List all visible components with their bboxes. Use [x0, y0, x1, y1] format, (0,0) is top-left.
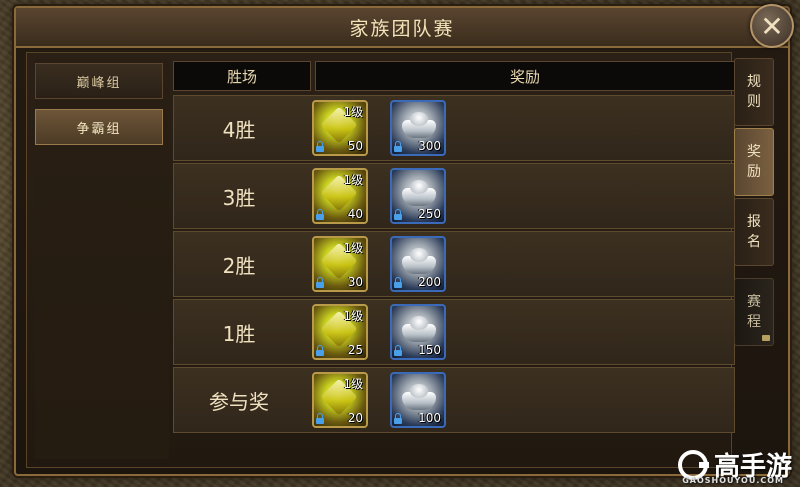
gold-gem-item[interactable]: 1级 30	[312, 236, 368, 292]
group-list: 巅峰组 争霸组	[35, 59, 169, 459]
ingot-top	[410, 180, 428, 194]
close-icon: ✕	[760, 9, 784, 43]
tab-rules[interactable]: 规 则	[734, 58, 774, 126]
tab-signup[interactable]: 报 名	[734, 198, 774, 266]
tab-char: 则	[747, 94, 761, 110]
brand-logo-icon	[677, 449, 709, 480]
reward-row: 2胜 1级 30 200	[173, 231, 735, 297]
gold-gem-item[interactable]: 1级 25	[312, 304, 368, 360]
row-label: 4胜	[222, 117, 256, 142]
row-label: 3胜	[222, 185, 256, 210]
silver-ingot-item[interactable]: 200	[390, 236, 446, 292]
gold-gem-item[interactable]: 1级 50	[312, 100, 368, 156]
lock-icon	[316, 277, 324, 288]
close-button[interactable]: ✕	[750, 4, 794, 48]
lock-icon	[394, 141, 402, 152]
main-content: 巅峰组 争霸组 胜场 奖励 4胜 1级 50 300 3胜 1级 40 250 …	[26, 52, 735, 468]
item-count: 100	[418, 411, 441, 425]
lock-icon	[316, 209, 324, 220]
silver-ingot-item[interactable]: 100	[390, 372, 446, 428]
title-bar: 家族团队赛	[16, 8, 788, 48]
lock-icon	[394, 345, 402, 356]
item-count: 250	[418, 207, 441, 221]
header-wins: 胜场	[173, 61, 311, 91]
lock-icon	[394, 277, 402, 288]
item-count: 40	[347, 207, 363, 221]
gold-gem-item[interactable]: 1级 40	[312, 168, 368, 224]
silver-ingot-item[interactable]: 250	[390, 168, 446, 224]
tab-char: 奖	[747, 144, 761, 160]
ingot-top	[410, 384, 428, 398]
lock-icon	[316, 345, 324, 356]
item-level: 1级	[343, 377, 363, 391]
tab-char: 规	[747, 74, 761, 90]
reward-row: 3胜 1级 40 250	[173, 163, 735, 229]
gold-gem-item[interactable]: 1级 20	[312, 372, 368, 428]
lock-icon	[316, 141, 324, 152]
group-button-peak[interactable]: 巅峰组	[35, 63, 163, 99]
ingot-top	[410, 316, 428, 330]
reward-row: 参与奖 1级 20 100	[173, 367, 735, 433]
window-title: 家族团队赛	[349, 17, 455, 40]
silver-ingot-item[interactable]: 150	[390, 304, 446, 360]
tab-schedule[interactable]: 赛 程	[734, 278, 774, 346]
item-level: 1级	[343, 173, 363, 187]
header-reward: 奖励	[315, 61, 735, 91]
tab-rewards[interactable]: 奖 励	[734, 128, 774, 196]
tab-char: 名	[747, 234, 761, 250]
item-level: 1级	[343, 309, 363, 323]
item-count: 300	[418, 139, 441, 153]
item-level: 1级	[343, 105, 363, 119]
silver-ingot-item[interactable]: 300	[390, 100, 446, 156]
ingot-top	[410, 248, 428, 262]
item-count: 25	[347, 343, 363, 357]
group-button-contest[interactable]: 争霸组	[35, 109, 163, 145]
ingot-top	[410, 112, 428, 126]
row-label: 1胜	[222, 321, 256, 346]
item-count: 200	[418, 275, 441, 289]
lock-icon	[762, 335, 770, 341]
item-count: 30	[347, 275, 363, 289]
tab-char: 励	[747, 164, 761, 180]
reward-row: 4胜 1级 50 300	[173, 95, 735, 161]
team-match-window: 家族团队赛 巅峰组 争霸组 胜场 奖励 4胜 1级 50 300 3胜 1级 4…	[14, 4, 794, 476]
watermark: 高手游 GAOSHOUYOU.COM	[677, 446, 792, 485]
item-count: 150	[418, 343, 441, 357]
tab-char: 报	[747, 214, 761, 230]
watermark-url: GAOSHOUYOU.COM	[682, 476, 784, 485]
tab-char: 赛	[747, 294, 761, 310]
lock-icon	[394, 209, 402, 220]
tab-char: 程	[747, 314, 761, 330]
item-count: 20	[347, 411, 363, 425]
row-label: 2胜	[222, 253, 256, 278]
reward-row: 1胜 1级 25 150	[173, 299, 735, 365]
item-count: 50	[347, 139, 363, 153]
lock-icon	[316, 413, 324, 424]
lock-icon	[394, 413, 402, 424]
item-level: 1级	[343, 241, 363, 255]
row-label: 参与奖	[209, 389, 269, 414]
